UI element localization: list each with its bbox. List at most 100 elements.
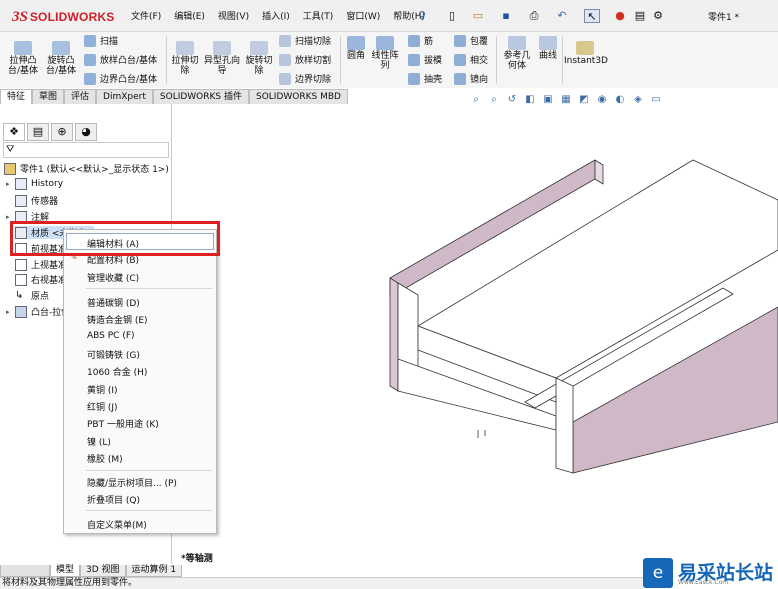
shell-button[interactable]: 抽壳 xyxy=(408,72,442,85)
feature-tree-tab-icon[interactable]: ❖ xyxy=(3,123,25,141)
tree-item-origin[interactable]: ↳ 原点 xyxy=(15,289,49,303)
menu-item-material-copper[interactable]: 红铜 (J) xyxy=(87,400,118,413)
hole-wizard-button[interactable]: 异型孔向导 xyxy=(204,41,240,76)
boundary-boss-button[interactable]: 边界凸台/基体 xyxy=(84,72,157,85)
tree-item-sensors[interactable]: 传感器 xyxy=(15,194,58,207)
menu-item-customize-menu[interactable]: 自定义菜单(M) xyxy=(87,518,147,531)
menu-insert[interactable]: 插入(I) xyxy=(262,9,290,22)
intersect-button[interactable]: 相交 xyxy=(454,53,488,66)
boundary-cut-button[interactable]: 边界切除 xyxy=(279,72,331,85)
menu-bar: 文件(F) 编辑(E) 视图(V) 插入(I) 工具(T) 窗口(W) 帮助(H… xyxy=(131,9,438,22)
watermark-url: Www.Easck.Com xyxy=(678,579,729,586)
tab-motion-study[interactable]: 运动算例 1 xyxy=(125,565,183,577)
menu-item-material-abs-pc[interactable]: ABS PC (F) xyxy=(87,331,135,341)
bottom-tabs: 模型 3D 视图 运动算例 1 xyxy=(0,565,360,577)
revolve-cut-icon xyxy=(250,41,268,55)
menu-item-material-plain-carbon-steel[interactable]: 普通碳钢 (D) xyxy=(87,296,140,309)
tree-root-part[interactable]: 零件1 (默认<<默认>_显示状态 1>) xyxy=(4,162,169,175)
curves-label: 曲线 xyxy=(538,51,557,61)
command-tabs: 特征 草图 评估 DimXpert SOLIDWORKS 插件 SOLIDWOR… xyxy=(0,89,348,104)
tree-item-history-label: History xyxy=(31,179,64,189)
undo-icon[interactable]: ↶ xyxy=(554,9,570,23)
tab-sketch[interactable]: 草图 xyxy=(32,89,65,104)
intersect-icon xyxy=(454,53,466,66)
curves-button[interactable]: 曲线 xyxy=(536,36,560,61)
tab-scroll-arrows[interactable] xyxy=(0,565,50,577)
tree-item-history[interactable]: ▸ History xyxy=(6,178,63,190)
solidworks-logo[interactable]: 3S SOLIDWORKS xyxy=(12,9,115,25)
configuration-manager-tab-icon[interactable]: ⊕ xyxy=(51,123,73,141)
sweep-cut-button[interactable]: 扫描切除 xyxy=(279,34,331,47)
graphics-viewport[interactable] xyxy=(173,104,778,564)
property-manager-tab-icon[interactable]: ▤ xyxy=(27,123,49,141)
plane-icon xyxy=(15,273,27,286)
menu-tools[interactable]: 工具(T) xyxy=(303,9,334,22)
display-manager-tab-icon[interactable]: ◕ xyxy=(75,123,97,141)
menu-item-material-malleable-iron[interactable]: 可锻铸铁 (G) xyxy=(87,348,140,361)
boundary-boss-label: 边界凸台/基体 xyxy=(100,75,158,85)
tab-features[interactable]: 特征 xyxy=(0,89,33,104)
tab-mbd[interactable]: SOLIDWORKS MBD xyxy=(249,89,348,104)
print-icon[interactable]: ⎙ xyxy=(526,9,542,23)
expand-arrow-icon[interactable]: ▸ xyxy=(6,180,15,188)
file-properties-icon[interactable]: ▤ xyxy=(632,9,648,23)
menu-item-manage-favorites[interactable]: 管理收藏 (C) xyxy=(87,271,139,284)
sensor-icon xyxy=(15,194,27,207)
tree-filter-field[interactable]: ⛛ xyxy=(3,142,169,158)
extrude-cut-button[interactable]: 拉伸切除 xyxy=(170,41,200,76)
extrude-boss-button[interactable]: 拉伸凸台/基体 xyxy=(6,41,40,76)
wrap-button[interactable]: 包覆 xyxy=(454,34,488,47)
linear-pattern-button[interactable]: 线性阵列 xyxy=(370,36,400,71)
extrude-boss-label: 拉伸凸台/基体 xyxy=(7,56,39,76)
revolve-cut-label: 旋转切除 xyxy=(245,56,273,76)
wrap-icon xyxy=(454,34,466,47)
save-icon[interactable]: ▪ xyxy=(498,9,514,23)
expand-arrow-icon[interactable]: ▸ xyxy=(6,213,15,221)
logo-text: SOLIDWORKS xyxy=(29,10,115,24)
revolve-boss-button[interactable]: 旋转凸台/基体 xyxy=(44,41,78,76)
menu-item-material-brass[interactable]: 黄铜 (I) xyxy=(87,383,118,396)
draft-button[interactable]: 拔模 xyxy=(408,53,442,66)
loft-cut-button[interactable]: 放样切割 xyxy=(279,53,331,66)
new-doc-icon[interactable]: ▯ xyxy=(444,9,460,23)
loft-boss-button[interactable]: 放样凸台/基体 xyxy=(84,53,157,66)
revolve-cut-button[interactable]: 旋转切除 xyxy=(242,41,276,76)
expand-arrow-icon[interactable]: ▸ xyxy=(6,308,15,316)
options-gear-icon[interactable]: ⚙ xyxy=(650,9,666,23)
menu-item-material-1060-alloy[interactable]: 1060 合金 (H) xyxy=(87,365,147,378)
fillet-button[interactable]: 圆角 xyxy=(344,36,368,61)
reference-geometry-label: 参考几何体 xyxy=(503,51,531,71)
tab-addins[interactable]: SOLIDWORKS 插件 xyxy=(152,89,249,104)
tab-evaluate[interactable]: 评估 xyxy=(64,89,97,104)
toolbar-divider xyxy=(340,36,341,84)
menu-edit[interactable]: 编辑(E) xyxy=(174,9,205,22)
highlight-annotation-box xyxy=(10,221,220,256)
reference-geometry-button[interactable]: 参考几何体 xyxy=(500,36,534,71)
tab-model[interactable]: 模型 xyxy=(50,565,81,577)
menu-item-material-nickel[interactable]: 镍 (L) xyxy=(87,435,111,448)
sweep-button[interactable]: 扫描 xyxy=(84,34,118,47)
extrude-boss-icon xyxy=(14,41,32,55)
open-icon[interactable]: ▭ xyxy=(470,9,486,23)
sweep-icon xyxy=(84,34,96,47)
menu-item-material-rubber[interactable]: 橡胶 (M) xyxy=(87,452,123,465)
menu-view[interactable]: 视图(V) xyxy=(218,9,249,22)
pin-icon[interactable]: ⚲ xyxy=(414,9,430,23)
select-icon[interactable]: ↖ xyxy=(584,9,600,23)
headboard-side xyxy=(594,159,604,185)
menu-item-hide-show-tree-items[interactable]: 隐藏/显示树项目... (P) xyxy=(87,476,177,489)
loft-icon xyxy=(84,53,96,66)
revolve-boss-icon xyxy=(52,41,70,55)
rib-button[interactable]: 筋 xyxy=(408,34,433,47)
rebuild-icon[interactable]: ● xyxy=(612,9,628,23)
mirror-button[interactable]: 镜向 xyxy=(454,72,488,85)
menu-window[interactable]: 窗口(W) xyxy=(346,9,380,22)
tab-dimxpert[interactable]: DimXpert xyxy=(96,89,153,104)
menu-item-material-pbt[interactable]: PBT 一般用途 (K) xyxy=(87,417,159,430)
menu-item-collapse-items[interactable]: 折叠项目 (Q) xyxy=(87,493,140,506)
instant3d-button[interactable]: Instant3D xyxy=(564,41,608,66)
menu-file[interactable]: 文件(F) xyxy=(131,9,161,22)
tab-3d-views[interactable]: 3D 视图 xyxy=(80,565,126,577)
command-manager: 拉伸凸台/基体 旋转凸台/基体 扫描 放样凸台/基体 边界凸台/基体 拉伸切除 … xyxy=(0,32,778,88)
menu-item-material-cast-alloy-steel[interactable]: 铸造合金钢 (E) xyxy=(87,313,148,326)
